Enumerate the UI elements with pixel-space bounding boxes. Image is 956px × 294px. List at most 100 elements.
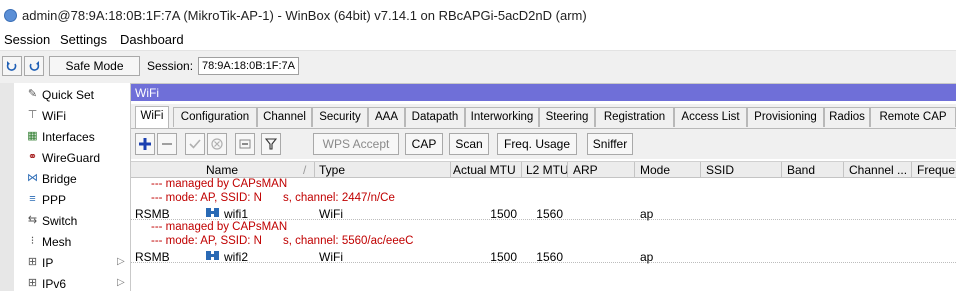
sidebar-item-mesh[interactable]: ⁝ Mesh <box>14 231 130 252</box>
col-l2-mtu[interactable]: L2 MTU <box>526 163 569 177</box>
session-field[interactable]: 78:9A:18:0B:1F:7A <box>198 57 299 75</box>
wps-accept-button[interactable]: WPS Accept <box>313 133 399 155</box>
sidebar-item-label: IPv6 <box>42 277 67 291</box>
filter-button[interactable] <box>261 133 281 155</box>
comment-row[interactable]: --- mode: AP, SSID: N s, channel: 5560/a… <box>131 235 956 248</box>
row-actual-mtu: 1500 <box>490 207 517 221</box>
tab-radios[interactable]: Radios <box>824 107 870 127</box>
menu-dashboard[interactable]: Dashboard <box>120 32 184 47</box>
wifi-window-header[interactable]: WiFi <box>131 84 956 101</box>
sidebar-item-quick-set[interactable]: ✎ Quick Set <box>14 84 130 105</box>
column-separator[interactable] <box>781 162 782 177</box>
row-comment-channel: s, channel: 5560/ac/eeeC <box>283 235 414 247</box>
col-type[interactable]: Type <box>319 163 345 177</box>
window-title: admin@78:9A:18:0B:1F:7A (MikroTik-AP-1) … <box>22 8 587 23</box>
sidebar-item-interfaces[interactable]: ▦ Interfaces <box>14 126 130 147</box>
session-label: Session: <box>147 59 194 73</box>
column-separator[interactable] <box>700 162 701 177</box>
column-separator[interactable] <box>911 162 912 177</box>
action-bar: WPS Accept CAP Scan Freq. Usage Sniffer <box>131 129 956 159</box>
column-separator[interactable] <box>567 162 568 177</box>
row-comment-channel: s, channel: 2447/n/Ce <box>283 192 395 204</box>
bridge-icon: ⋈ <box>27 172 38 184</box>
tab-steering[interactable]: Steering <box>539 107 595 127</box>
tab-bar: WiFi Configuration Channel Security AAA … <box>131 104 956 129</box>
sidebar-item-wireguard[interactable]: ⚭ WireGuard <box>14 147 130 168</box>
column-separator[interactable] <box>314 162 315 177</box>
column-separator[interactable] <box>843 162 844 177</box>
tab-registration[interactable]: Registration <box>595 107 674 127</box>
sidebar-item-ppp[interactable]: ≡ PPP <box>14 189 130 210</box>
row-comment: --- managed by CAPsMAN <box>151 178 288 190</box>
wand-icon: ✎ <box>27 88 38 100</box>
sidebar-item-label: PPP <box>42 193 67 207</box>
comment-row[interactable]: --- managed by CAPsMAN <box>131 178 956 191</box>
sidebar-item-bridge[interactable]: ⋈ Bridge <box>14 168 130 189</box>
mesh-icon: ⁝ <box>30 235 35 247</box>
sidebar-item-label: Bridge <box>42 172 77 186</box>
wifi-icon: ⊤ <box>27 109 38 121</box>
tab-remote-cap[interactable]: Remote CAP <box>870 107 956 127</box>
plus-icon <box>139 138 151 150</box>
wireguard-icon: ⚭ <box>27 151 38 163</box>
column-separator[interactable] <box>634 162 635 177</box>
disable-button[interactable] <box>207 133 227 155</box>
ipv6-icon: ⊞ <box>27 277 38 289</box>
tab-wifi[interactable]: WiFi <box>135 106 169 128</box>
tab-access-list[interactable]: Access List <box>674 107 747 127</box>
sidebar-item-label: Mesh <box>42 235 72 249</box>
col-arp[interactable]: ARP <box>573 163 598 177</box>
title-bar: admin@78:9A:18:0B:1F:7A (MikroTik-AP-1) … <box>0 0 956 30</box>
col-ssid[interactable]: SSID <box>706 163 734 177</box>
tab-interworking[interactable]: Interworking <box>465 107 539 127</box>
col-mode[interactable]: Mode <box>640 163 670 177</box>
left-strip <box>0 83 14 291</box>
comment-row[interactable]: --- mode: AP, SSID: N s, channel: 2447/n… <box>131 192 956 205</box>
col-name[interactable]: Name <box>206 163 238 177</box>
cap-button[interactable]: CAP <box>405 133 443 155</box>
table-row[interactable]: RSMB wifi2 WiFi 1500 1560 ap <box>131 249 956 264</box>
toolbar: Safe Mode Session: 78:9A:18:0B:1F:7A <box>0 50 956 84</box>
sidebar-item-switch[interactable]: ⇆ Switch <box>14 210 130 231</box>
table-row[interactable]: RSMB wifi1 WiFi 1500 1560 ap <box>131 206 956 221</box>
tab-channel[interactable]: Channel <box>257 107 312 127</box>
menu-settings[interactable]: Settings <box>60 32 107 47</box>
col-band[interactable]: Band <box>787 163 815 177</box>
col-channel[interactable]: Channel ... <box>849 163 907 177</box>
row-comment: --- managed by CAPsMAN <box>151 221 288 233</box>
sniffer-button[interactable]: Sniffer <box>587 133 633 155</box>
undo-icon <box>6 61 17 71</box>
wifi-window-title: WiFi <box>135 86 159 100</box>
freq-usage-button[interactable]: Freq. Usage <box>497 133 577 155</box>
interfaces-icon: ▦ <box>27 130 38 142</box>
column-separator[interactable] <box>521 162 522 177</box>
tab-provisioning[interactable]: Provisioning <box>747 107 824 127</box>
col-frequency[interactable]: Freque <box>917 163 955 177</box>
sort-indicator-icon: / <box>303 163 307 177</box>
column-separator[interactable] <box>450 162 451 177</box>
table-header: Name / Type Actual MTU L2 MTU ARP Mode S… <box>131 161 956 178</box>
sidebar-item-ip[interactable]: ⊞ IP ▷ <box>14 252 130 273</box>
enable-button[interactable] <box>185 133 205 155</box>
tab-security[interactable]: Security <box>312 107 368 127</box>
remove-button[interactable] <box>157 133 177 155</box>
col-actual-mtu[interactable]: Actual MTU <box>453 163 516 177</box>
row-comment: --- mode: AP, SSID: N <box>151 235 262 247</box>
comment-row[interactable]: --- managed by CAPsMAN <box>131 221 956 234</box>
add-button[interactable] <box>135 133 155 155</box>
tab-configuration[interactable]: Configuration <box>173 107 257 127</box>
safe-mode-button[interactable]: Safe Mode <box>49 56 140 76</box>
sidebar-item-label: Interfaces <box>42 130 95 144</box>
sidebar-item-wifi[interactable]: ⊤ WiFi <box>14 105 130 126</box>
redo-button[interactable] <box>24 56 44 76</box>
undo-button[interactable] <box>2 56 22 76</box>
sidebar-item-label: WiFi <box>42 109 66 123</box>
sidebar: ✎ Quick Set ⊤ WiFi ▦ Interfaces ⚭ WireGu… <box>14 83 131 291</box>
tab-datapath[interactable]: Datapath <box>405 107 465 127</box>
comment-button[interactable] <box>235 133 255 155</box>
submenu-arrow-icon: ▷ <box>117 277 125 288</box>
tab-aaa[interactable]: AAA <box>368 107 405 127</box>
menu-session[interactable]: Session <box>4 32 50 47</box>
sidebar-item-label: Quick Set <box>42 88 95 102</box>
scan-button[interactable]: Scan <box>449 133 489 155</box>
